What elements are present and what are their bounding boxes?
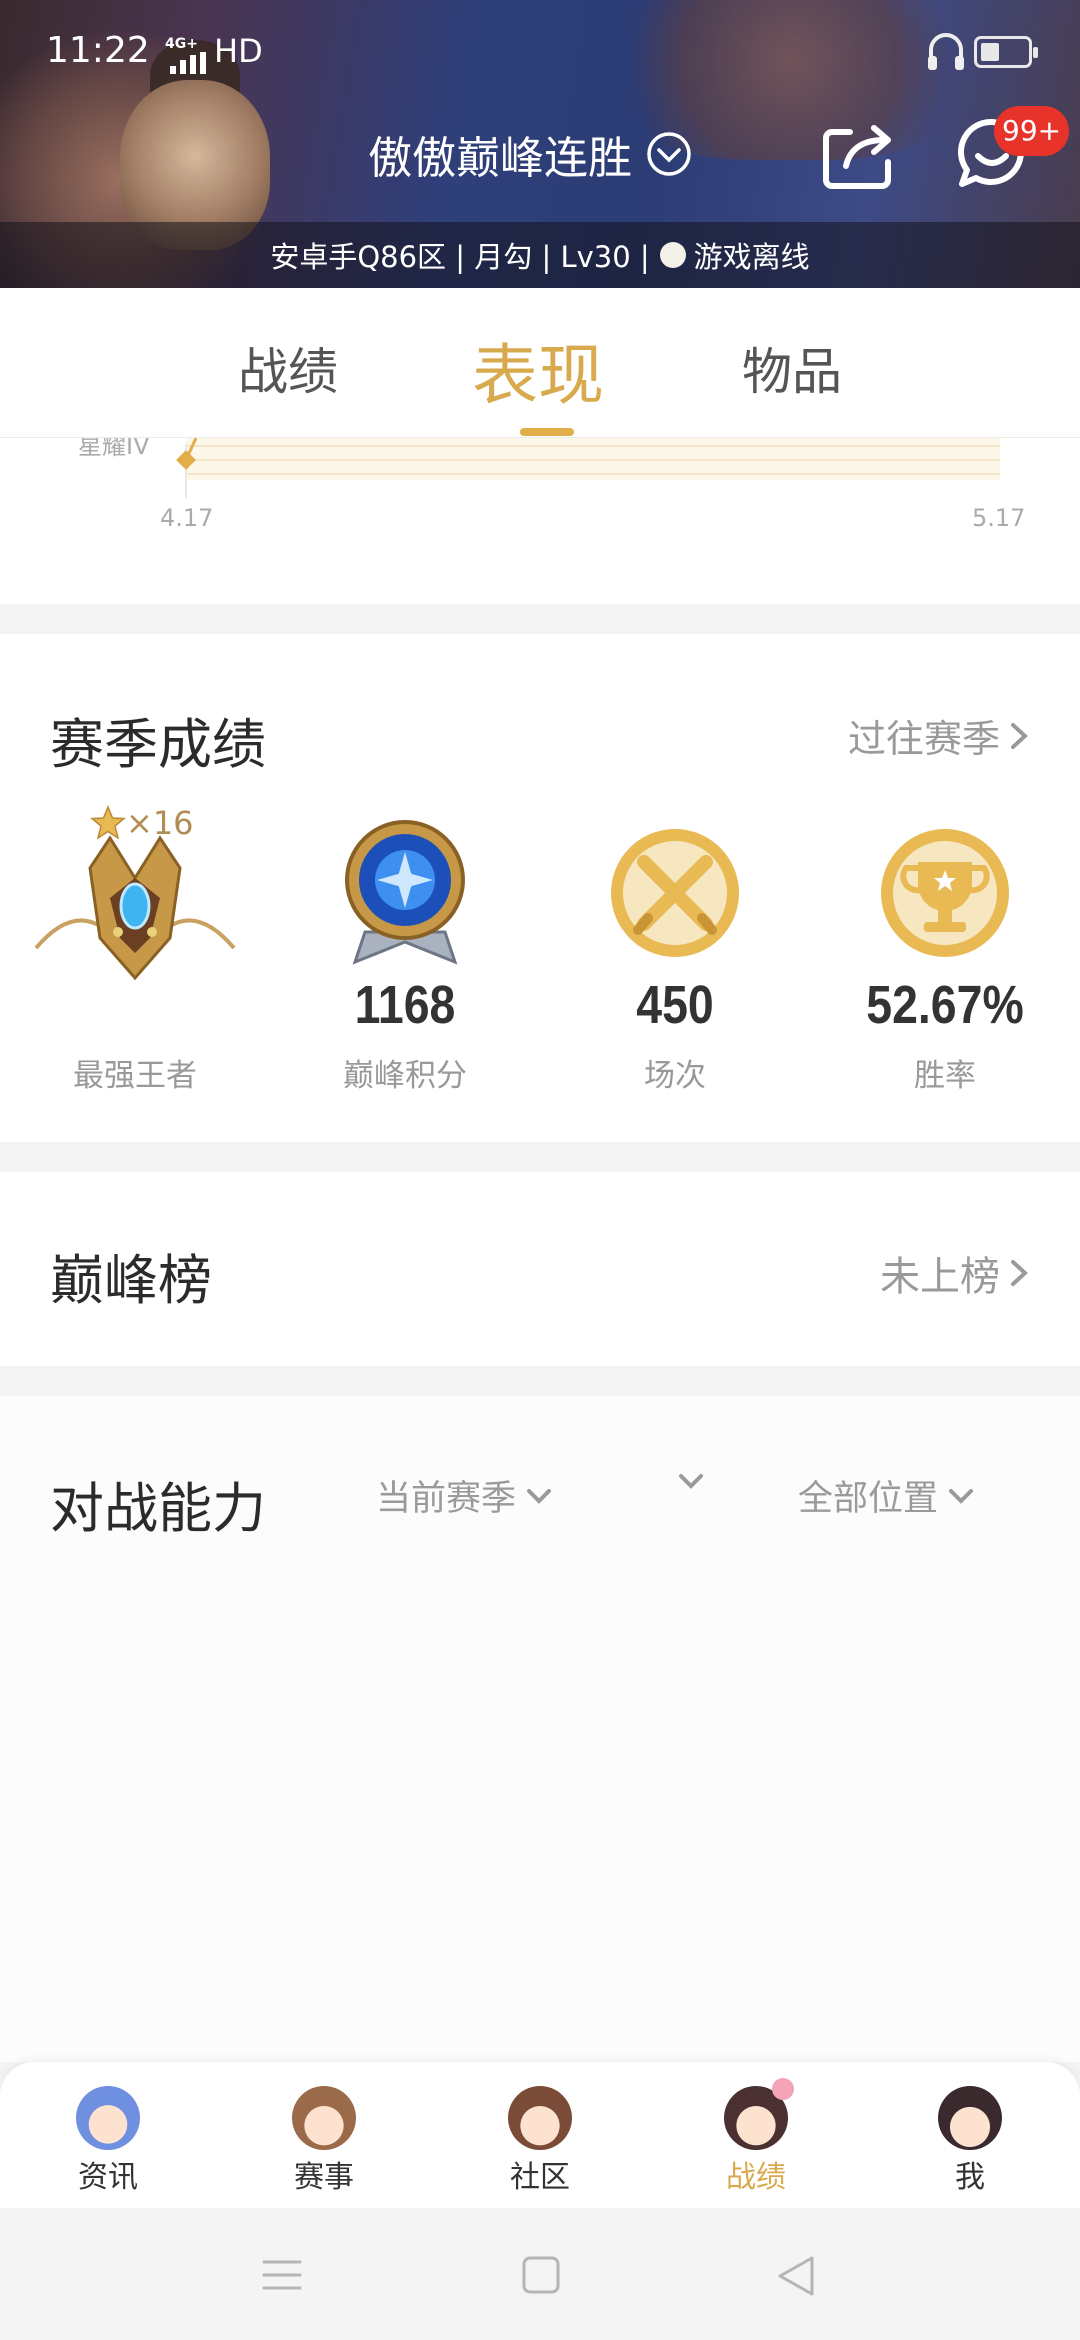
king-rank-emblem-icon <box>34 835 236 981</box>
season-title: 赛季成绩 <box>50 713 266 776</box>
records-avatar-icon <box>724 2078 794 2150</box>
chevron-down-icon <box>527 1488 552 1504</box>
peak-leaderboard-card[interactable]: 巅峰榜 未上榜 <box>0 1172 1080 1366</box>
chart-x-tick-start: 4.17 <box>160 504 213 532</box>
status-bar: 11:22 4G+ HD <box>0 0 1080 106</box>
chevron-right-icon <box>1011 1260 1028 1286</box>
player-name-dropdown[interactable]: 傲傲巅峰连胜 <box>368 122 692 186</box>
bottom-nav: 资讯 赛事 社区 战绩 我 <box>0 2062 1080 2208</box>
signal-icon <box>170 52 206 74</box>
nav-news-label: 资讯 <box>78 2160 138 2195</box>
peak-emblem-icon <box>345 820 465 965</box>
season-card: 赛季成绩 过往赛季 ×16 最强王者 1168 巅峰积分 450 场次 52.6… <box>0 634 1080 1142</box>
nav-events-label: 赛事 <box>294 2160 354 2195</box>
back-icon[interactable] <box>776 2254 816 2298</box>
battery-icon <box>974 36 1038 68</box>
tab-bar: 战绩 表现 物品 <box>0 288 1080 438</box>
chevron-down-icon <box>679 1474 703 1489</box>
news-avatar-icon <box>76 2086 140 2150</box>
nav-community-label: 社区 <box>510 2160 570 2195</box>
chevron-right-icon <box>1011 722 1028 749</box>
past-seasons-link[interactable]: 过往赛季 <box>848 708 1032 763</box>
tab-performance[interactable]: 表现 <box>472 322 604 418</box>
headphones-icon <box>928 33 964 70</box>
chevron-down-icon <box>949 1488 974 1504</box>
nav-events[interactable]: 赛事 <box>264 2086 384 2196</box>
position-filter-dropdown[interactable]: 全部位置 <box>798 1470 976 1521</box>
nav-me-label: 我 <box>955 2160 985 2195</box>
season-matches[interactable]: 450 场次 <box>540 804 810 1094</box>
me-avatar-icon <box>938 2086 1002 2150</box>
leaderboard-status-link[interactable]: 未上榜 <box>880 1244 1032 1302</box>
rank-trend-chart: 星耀IV 4.17 5.17 <box>0 438 1080 604</box>
battle-ability-card: 对战能力 当前赛季 全部位置 <box>0 1396 1080 2062</box>
network-type: 4G+ <box>165 36 198 52</box>
server-info-bar: 安卓手Q86区 | 月勾 | Lv30 | 游戏离线 <box>0 222 1080 288</box>
crossed-swords-icon <box>611 829 739 957</box>
peak-score-value: 1168 <box>354 975 456 1035</box>
share-icon[interactable] <box>820 118 900 190</box>
clock: 11:22 <box>46 30 150 71</box>
leaderboard-status: 未上榜 <box>880 1254 1000 1300</box>
message-badge: 99+ <box>994 106 1070 156</box>
season-filter-dropdown[interactable]: 当前赛季 <box>376 1470 554 1521</box>
nav-community[interactable]: 社区 <box>480 2086 600 2196</box>
chart-y-tick: 星耀IV <box>78 438 150 460</box>
season-filter-label: 当前赛季 <box>376 1479 517 1519</box>
nav-records-label: 战绩 <box>726 2160 786 2195</box>
trophy-icon <box>881 829 1009 957</box>
position-filter-label: 全部位置 <box>798 1479 939 1519</box>
offline-dot-icon <box>659 242 686 268</box>
tab-indicator <box>520 428 574 436</box>
online-status: 游戏离线 <box>693 240 810 274</box>
party-hat-icon <box>772 2078 794 2100</box>
peak-leaderboard-title: 巅峰榜 <box>50 1249 212 1312</box>
season-item-label: 场次 <box>644 1058 706 1094</box>
matches-value: 450 <box>636 975 714 1035</box>
community-avatar-icon <box>508 2086 572 2150</box>
events-avatar-icon <box>292 2086 356 2150</box>
player-name: 傲傲巅峰连胜 <box>368 133 632 184</box>
hd-indicator: HD <box>214 32 263 70</box>
server-info: 安卓手Q86区 | 月勾 | Lv30 | <box>270 240 650 274</box>
tab-records[interactable]: 战绩 <box>238 332 338 404</box>
season-item-label: 最强王者 <box>73 1058 197 1094</box>
season-item-label: 巅峰积分 <box>343 1058 467 1094</box>
chart-x-tick-end: 5.17 <box>972 504 1025 532</box>
menu-icon[interactable] <box>262 2258 302 2292</box>
win-rate-value: 52.67% <box>866 975 1024 1035</box>
season-item-label: 胜率 <box>914 1058 976 1094</box>
nav-news[interactable]: 资讯 <box>48 2086 168 2196</box>
past-seasons-label: 过往赛季 <box>847 717 1000 761</box>
tab-items[interactable]: 物品 <box>742 332 842 404</box>
season-rank[interactable]: ×16 最强王者 <box>0 804 270 1094</box>
nav-me[interactable]: 我 <box>910 2086 1030 2196</box>
battle-ability-title: 对战能力 <box>50 1477 266 1540</box>
nav-records[interactable]: 战绩 <box>696 2078 816 2196</box>
season-win-rate[interactable]: 52.67% 胜率 <box>810 804 1080 1094</box>
season-peak-score[interactable]: 1168 巅峰积分 <box>270 804 540 1094</box>
rank-trend-chart-svg: 星耀IV 4.17 5.17 <box>78 438 1025 532</box>
home-icon[interactable] <box>522 2256 560 2294</box>
chevron-down-icon <box>647 132 691 176</box>
middle-filter-dropdown[interactable] <box>668 1470 706 1492</box>
system-nav-bar <box>0 2208 1080 2340</box>
